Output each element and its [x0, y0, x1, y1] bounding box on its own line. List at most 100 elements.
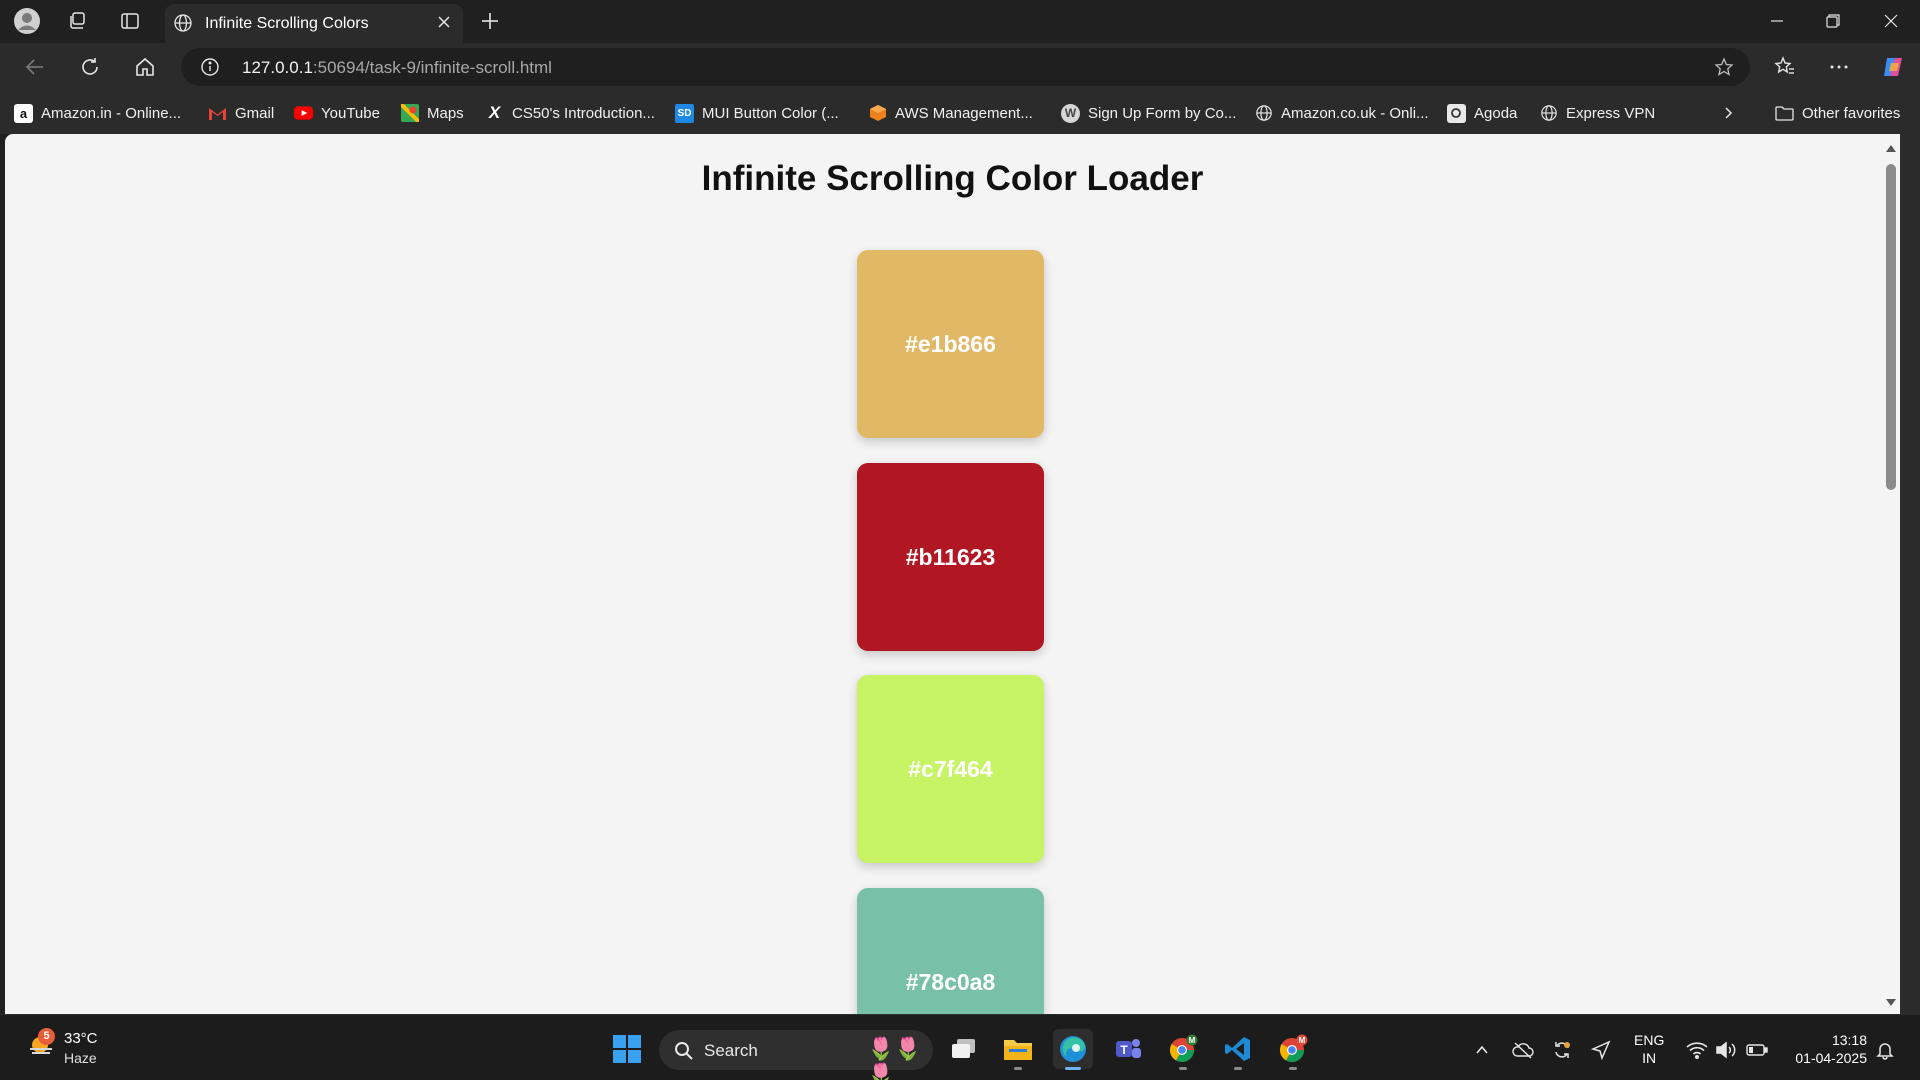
chrome-profile-m-red-icon[interactable]: M — [1273, 1029, 1313, 1070]
svg-text:M: M — [1299, 1036, 1306, 1045]
bookmark-express-vpn[interactable]: Express VPN — [1539, 101, 1655, 125]
clock-date: 01-04-2025 — [1795, 1050, 1867, 1066]
bookmark-label: Amazon.co.uk - Onli... — [1281, 104, 1429, 122]
weather-temperature: 33°C — [64, 1030, 98, 1047]
other-favorites[interactable]: Other favorites — [1775, 101, 1900, 125]
tulips-icon: 🌷🌷🌷 — [867, 1036, 922, 1080]
search-label: Search — [704, 1041, 758, 1060]
input-language[interactable]: ENG IN — [1634, 1031, 1664, 1067]
home-icon[interactable] — [130, 53, 160, 81]
bookmark-label: Sign Up Form by Co... — [1088, 104, 1237, 122]
vertical-scrollbar[interactable] — [1882, 134, 1900, 1014]
bookmark-mui-button[interactable]: SD MUI Button Color (... — [675, 101, 839, 125]
task-view-icon[interactable] — [944, 1029, 984, 1069]
clock-time: 13:18 — [1831, 1032, 1867, 1048]
title-bar: Infinite Scrolling Colors — [0, 0, 1920, 43]
svg-text:M: M — [1189, 1036, 1196, 1045]
new-tab-icon[interactable] — [476, 8, 504, 34]
x-icon: X — [488, 103, 501, 122]
more-menu-icon[interactable] — [1824, 53, 1854, 81]
running-indicator — [1014, 1067, 1022, 1070]
bookmark-label: CS50's Introduction... — [512, 104, 655, 122]
url-text: 127.0.0.1:50694/task-9/infinite-scroll.h… — [242, 58, 552, 78]
show-hidden-icons-chevron-icon[interactable] — [1471, 1039, 1493, 1061]
bookmark-amazon-uk[interactable]: Amazon.co.uk - Onli... — [1254, 101, 1429, 125]
weather-widget[interactable]: 5 33°C Haze — [22, 1027, 112, 1071]
scroll-down-arrow-icon[interactable] — [1886, 999, 1896, 1006]
onedrive-offline-icon[interactable] — [1512, 1039, 1534, 1061]
aws-icon — [868, 104, 887, 123]
search-icon — [674, 1041, 694, 1066]
bookmark-signup-form[interactable]: W Sign Up Form by Co... — [1061, 101, 1236, 125]
close-window-icon[interactable] — [1868, 7, 1914, 35]
battery-icon[interactable] — [1746, 1039, 1768, 1061]
url-host: 127.0.0.1 — [242, 58, 313, 77]
volume-icon[interactable] — [1715, 1039, 1737, 1061]
globe-icon — [1539, 104, 1558, 123]
amazon-icon: a — [14, 103, 33, 123]
language-code: ENG — [1634, 1032, 1665, 1048]
page-title: Infinite Scrolling Color Loader — [701, 159, 1204, 198]
wifi-icon[interactable] — [1686, 1039, 1708, 1061]
bookmarks-bar: a Amazon.in - Online... Gmail YouTube Ma… — [0, 91, 1920, 134]
weather-condition: Haze — [64, 1050, 97, 1066]
scroll-up-arrow-icon[interactable] — [1886, 145, 1896, 152]
start-button[interactable] — [607, 1029, 647, 1069]
edge-browser-icon[interactable] — [1053, 1029, 1093, 1070]
chrome-profile-m-icon[interactable]: M — [1163, 1029, 1203, 1070]
active-tab[interactable]: Infinite Scrolling Colors — [165, 4, 463, 43]
taskbar-search[interactable]: Search 🌷🌷🌷 — [659, 1030, 933, 1080]
minimize-icon[interactable] — [1754, 7, 1800, 35]
teams-icon[interactable]: T — [1108, 1029, 1148, 1069]
tab-actions-icon[interactable] — [116, 8, 144, 34]
close-tab-icon[interactable] — [435, 13, 453, 36]
bookmark-label: Express VPN — [1566, 104, 1656, 122]
location-icon[interactable] — [1590, 1039, 1612, 1061]
color-swatch: #78c0a8 — [857, 888, 1044, 1014]
system-clock[interactable]: 13:18 01-04-2025 — [1783, 1031, 1867, 1067]
running-indicator — [1234, 1067, 1242, 1070]
site-info-icon[interactable] — [200, 57, 220, 82]
favorite-star-icon[interactable] — [1714, 57, 1734, 82]
globe-icon — [1254, 104, 1273, 123]
restore-icon[interactable] — [1810, 7, 1856, 35]
vscode-icon[interactable] — [1218, 1029, 1258, 1070]
notifications-icon[interactable] — [1874, 1039, 1896, 1061]
favorites-icon[interactable] — [1770, 53, 1800, 81]
swatch-hex-label: #78c0a8 — [905, 968, 996, 995]
taskbar: 5 33°C Haze Search 🌷🌷🌷 T M M ENG IN 13:1… — [0, 1014, 1920, 1080]
bookmark-agoda[interactable]: Agoda — [1447, 101, 1517, 125]
address-bar[interactable]: 127.0.0.1:50694/task-9/infinite-scroll.h… — [181, 48, 1750, 86]
workspaces-icon[interactable] — [63, 8, 91, 34]
wordpress-icon: W — [1061, 103, 1080, 123]
url-path: :50694/task-9/infinite-scroll.html — [312, 58, 552, 77]
bookmark-aws[interactable]: AWS Management... — [868, 101, 1033, 125]
running-indicator — [1065, 1067, 1081, 1070]
refresh-icon[interactable] — [75, 53, 105, 81]
bookmark-gmail[interactable]: Gmail — [208, 101, 274, 125]
scroll-thumb[interactable] — [1886, 164, 1896, 490]
bookmark-label: Agoda — [1474, 104, 1518, 122]
swatch-hex-label: #c7f464 — [908, 755, 993, 782]
bookmark-amazon-in[interactable]: a Amazon.in - Online... — [14, 101, 181, 125]
bookmark-cs50[interactable]: X CS50's Introduction... — [485, 101, 655, 125]
profile-avatar-icon[interactable] — [13, 8, 41, 34]
running-indicator — [1179, 1067, 1187, 1070]
file-explorer-icon[interactable] — [998, 1029, 1038, 1070]
weather-alert-badge: 5 — [38, 1028, 55, 1045]
other-favorites-label: Other favorites — [1802, 104, 1901, 122]
svg-text:T: T — [1120, 1043, 1128, 1057]
bookmark-label: MUI Button Color (... — [702, 104, 839, 122]
browser-toolbar: 127.0.0.1:50694/task-9/infinite-scroll.h… — [0, 43, 1920, 91]
region-code: IN — [1642, 1050, 1657, 1066]
sync-icon[interactable] — [1551, 1039, 1573, 1061]
folder-icon — [1775, 104, 1794, 123]
bookmark-maps[interactable]: Maps — [400, 101, 464, 125]
bookmarks-overflow-chevron-icon[interactable] — [1720, 101, 1736, 125]
color-swatch: #e1b866 — [857, 250, 1044, 438]
copilot-icon[interactable] — [1878, 53, 1908, 81]
youtube-icon — [294, 104, 313, 123]
gmail-icon — [208, 104, 227, 123]
bookmark-youtube[interactable]: YouTube — [294, 101, 380, 125]
back-icon[interactable] — [20, 53, 50, 81]
